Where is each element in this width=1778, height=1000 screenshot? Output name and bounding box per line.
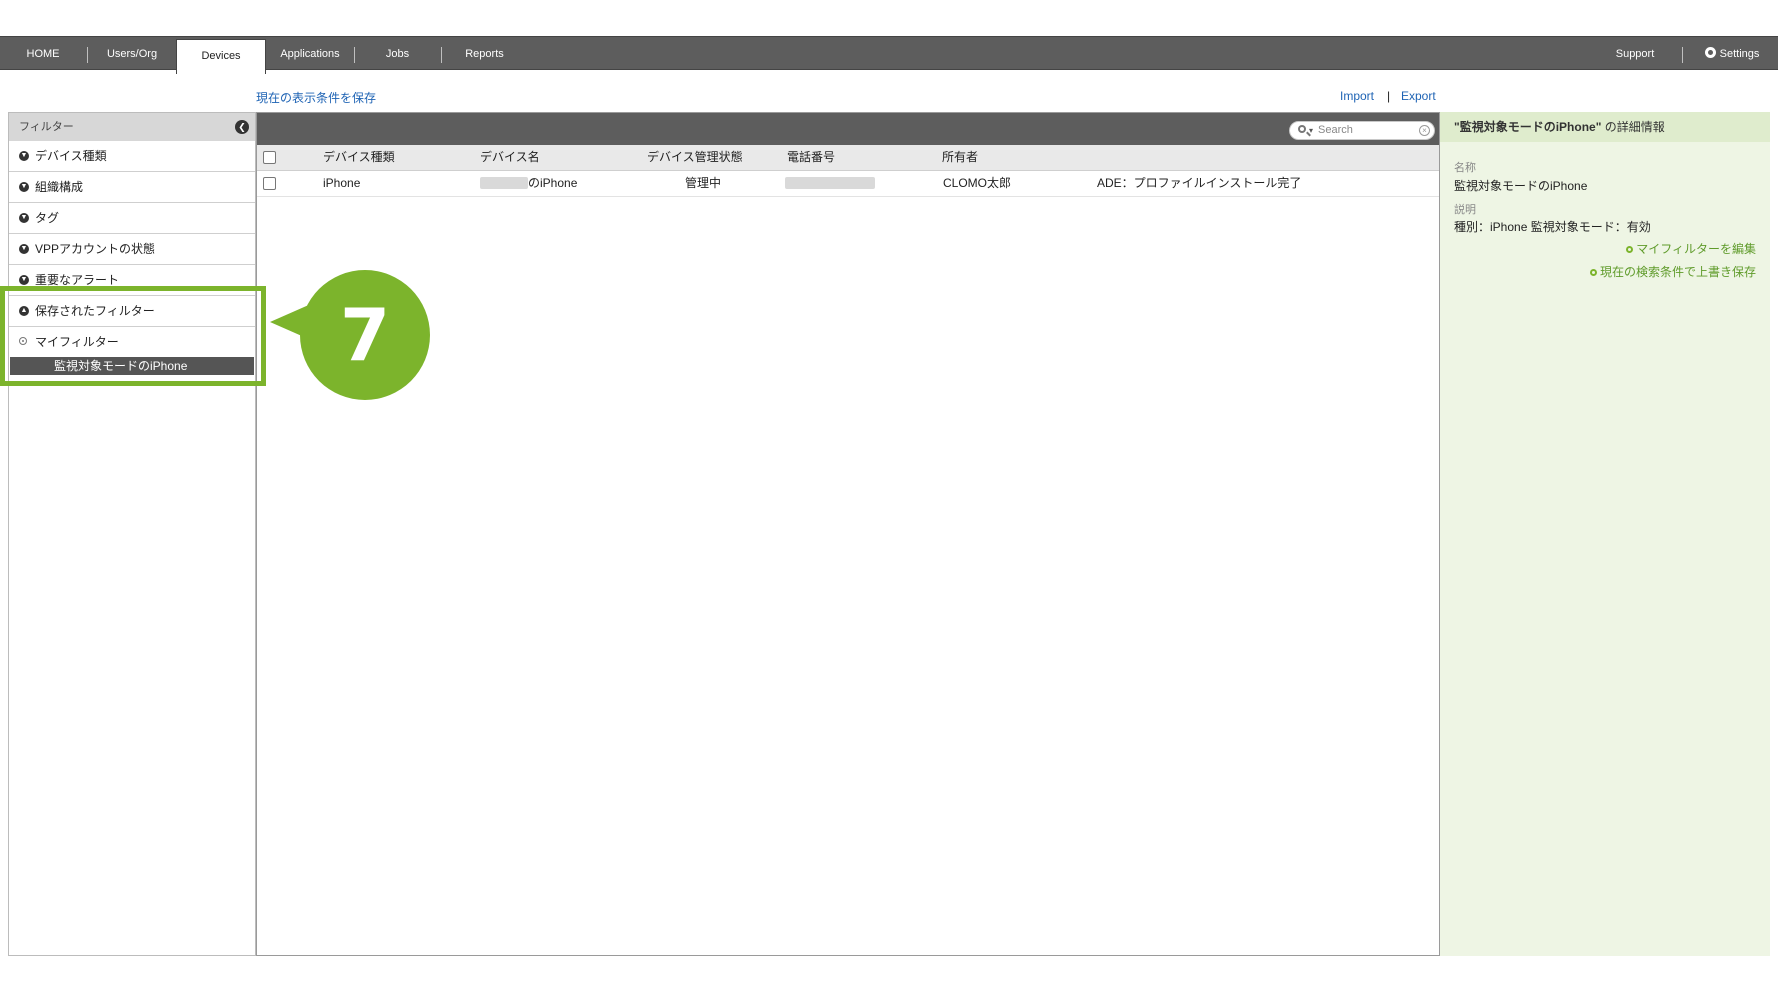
my-filter-group[interactable]: マイフィルター <box>9 327 255 357</box>
device-table: デバイス種類 デバイス名 デバイス管理状態 電話番号 所有者 iPhone のi… <box>257 145 1439 197</box>
column-header[interactable]: 所有者 <box>942 145 978 170</box>
search-input[interactable]: ▾ Search × <box>1289 121 1435 140</box>
export-link[interactable]: Export <box>1401 89 1436 103</box>
nav-separator <box>87 47 88 63</box>
device-list-panel: ▾ Search × デバイス種類 デバイス名 デバイス管理状態 電話番号 所有… <box>256 112 1440 956</box>
description-value: 種別：iPhone 監視対象モード：有効 <box>1454 220 1651 234</box>
tab-devices[interactable]: Devices <box>176 39 266 74</box>
cell-device-type: iPhone <box>323 176 361 190</box>
chevron-up-icon: ▲ <box>19 306 29 316</box>
filter-sidebar: フィルター ❮ ▼ デバイス種類 ▼ 組織構成 ▼ タグ ▼ VPPアカウントの… <box>8 112 256 956</box>
description-label: 説明 <box>1454 204 1476 216</box>
table-row[interactable]: iPhone のiPhone 管理中 CLOMO太郎 ADE：プロファイルインス… <box>257 171 1439 197</box>
sidebar-item-vpp-status[interactable]: ▼ VPPアカウントの状態 <box>9 234 255 265</box>
settings-label: Settings <box>1719 48 1760 60</box>
tab-users-org[interactable]: Users/Org <box>92 37 172 71</box>
clear-icon[interactable]: × <box>1419 125 1430 136</box>
column-header[interactable]: デバイス名 <box>480 145 540 170</box>
column-header[interactable]: デバイス管理状態 <box>647 145 743 170</box>
top-nav: HOME Users/Org Devices Applications Jobs… <box>0 36 1778 74</box>
cell-status: 管理中 <box>685 176 722 190</box>
list-toolbar: ▾ Search × <box>257 113 1439 145</box>
sidebar-item-label: タグ <box>35 211 60 225</box>
overwrite-save-label: 現在の検索条件で上書き保存 <box>1599 265 1756 279</box>
sidebar-title: フィルター <box>19 121 74 133</box>
chevron-down-icon: ▼ <box>19 213 29 223</box>
row-checkbox[interactable] <box>263 177 276 190</box>
filter-detail-panel: "監視対象モードのiPhone" の詳細情報 名称 監視対象モードのiPhone… <box>1440 112 1770 956</box>
saved-filter-item[interactable]: 監視対象モードのiPhone <box>10 357 254 375</box>
chevron-down-icon: ▼ <box>19 244 29 254</box>
detail-filter-name: "監視対象モードのiPhone" <box>1454 120 1602 134</box>
step-callout: 7 <box>300 270 430 400</box>
cell-note: ADE：プロファイルインストール完了 <box>1097 176 1302 190</box>
circle-icon <box>1626 246 1634 253</box>
table-header: デバイス種類 デバイス名 デバイス管理状態 電話番号 所有者 <box>257 145 1439 171</box>
redacted-block <box>785 177 875 189</box>
redacted-block <box>480 177 528 189</box>
import-link[interactable]: Import <box>1340 89 1374 103</box>
cell-phone <box>785 171 875 196</box>
tab-jobs[interactable]: Jobs <box>360 37 435 71</box>
chevron-down-icon: ▼ <box>19 151 29 161</box>
support-link[interactable]: Support <box>1600 37 1670 71</box>
sidebar-item-label: 保存されたフィルター <box>35 304 155 318</box>
sidebar-item-alerts[interactable]: ▼ 重要なアラート <box>9 265 255 296</box>
chevron-down-icon: ▼ <box>19 182 29 192</box>
overwrite-save-link[interactable]: 現在の検索条件で上書き保存 <box>1589 263 1756 280</box>
circle-icon <box>1589 269 1597 276</box>
cell-owner: CLOMO太郎 <box>943 176 1012 190</box>
sidebar-item-label: 重要なアラート <box>35 273 120 287</box>
device-name-suffix: のiPhone <box>528 176 578 190</box>
link-separator: | <box>1387 89 1391 103</box>
sidebar-item-tags[interactable]: ▼ タグ <box>9 203 255 234</box>
search-icon <box>1298 125 1306 133</box>
column-header[interactable]: 電話番号 <box>787 145 835 170</box>
chevron-left-icon[interactable]: ❮ <box>235 120 249 134</box>
settings-link[interactable]: Settings <box>1692 37 1772 71</box>
cell-device-name: のiPhone <box>480 171 577 196</box>
sidebar-item-device-type[interactable]: ▼ デバイス種類 <box>9 141 255 172</box>
tab-applications[interactable]: Applications <box>270 37 350 71</box>
edit-filter-link[interactable]: マイフィルターを編集 <box>1626 240 1756 257</box>
gear-icon <box>1704 47 1716 58</box>
sidebar-item-label: デバイス種類 <box>35 149 107 163</box>
chevron-down-icon: ▼ <box>19 275 29 285</box>
sidebar-item-saved-filters[interactable]: ▲ 保存されたフィルター <box>9 296 255 327</box>
my-filter-label: マイフィルター <box>35 335 119 349</box>
name-value: 監視対象モードのiPhone <box>1454 179 1588 193</box>
search-placeholder: Search <box>1318 124 1353 136</box>
detail-title-suffix: の詳細情報 <box>1601 120 1665 134</box>
tab-reports[interactable]: Reports <box>447 37 522 71</box>
tab-home[interactable]: HOME <box>8 37 78 71</box>
nav-separator <box>441 47 442 63</box>
sidebar-item-label: 組織構成 <box>35 180 84 194</box>
radio-icon <box>19 337 27 345</box>
edit-filter-label: マイフィルターを編集 <box>1636 242 1756 256</box>
caret-down-icon: ▾ <box>1309 126 1314 135</box>
nav-separator <box>354 47 355 63</box>
sidebar-header: フィルター ❮ <box>9 113 255 141</box>
sidebar-item-label: VPPアカウントの状態 <box>35 242 156 256</box>
save-view-link[interactable]: 現在の表示条件を保存 <box>256 89 376 106</box>
sidebar-item-organization[interactable]: ▼ 組織構成 <box>9 172 255 203</box>
select-all-checkbox[interactable] <box>263 151 276 164</box>
column-header[interactable]: デバイス種類 <box>323 145 395 170</box>
detail-title: "監視対象モードのiPhone" の詳細情報 <box>1440 112 1770 142</box>
nav-separator <box>1682 47 1683 63</box>
name-label: 名称 <box>1454 162 1476 174</box>
